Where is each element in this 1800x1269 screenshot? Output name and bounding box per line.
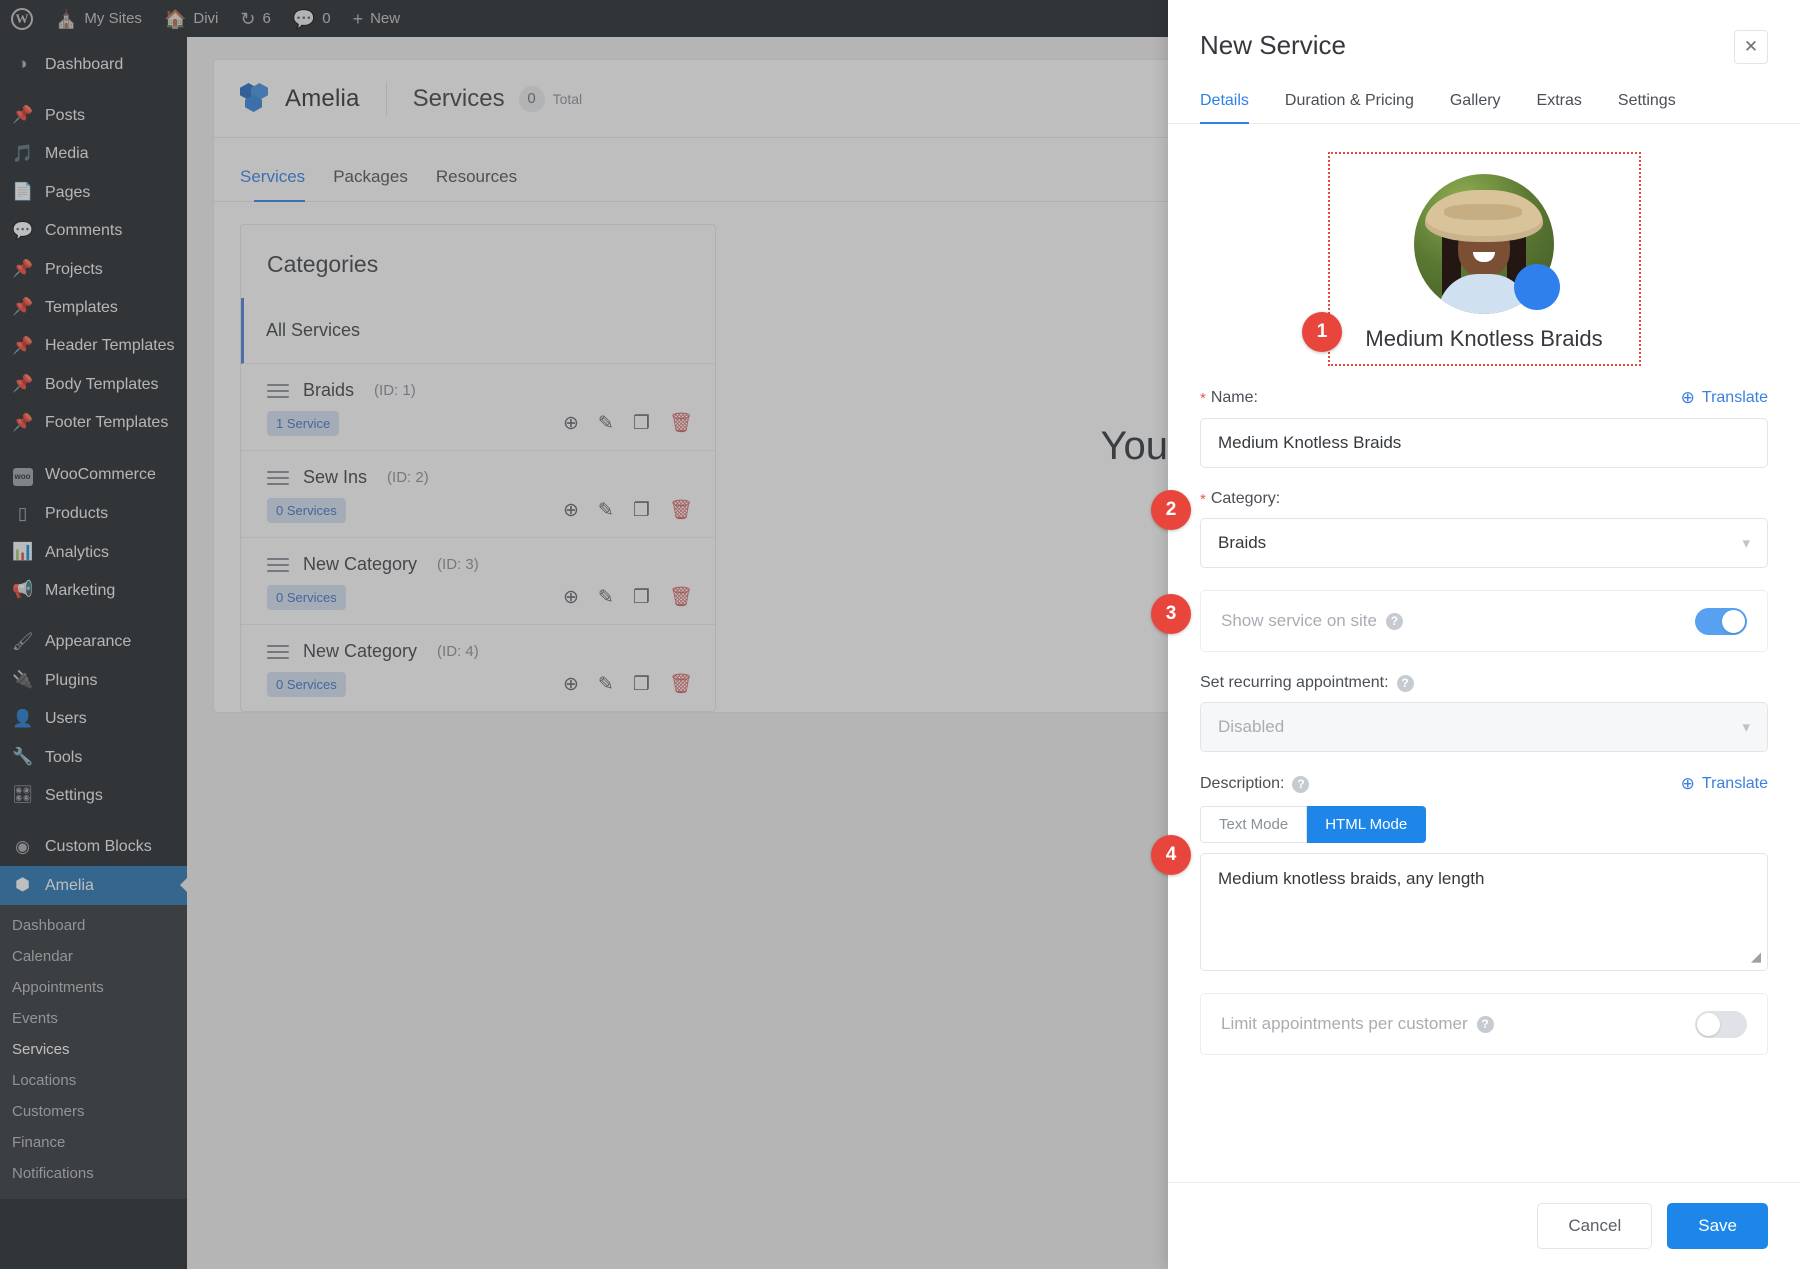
show-service-label: Show service on site <box>1221 611 1377 631</box>
required-marker: * <box>1200 390 1206 407</box>
translate-name-link[interactable]: ⊕ Translate <box>1681 388 1768 408</box>
new-service-panel: New Service ✕ Details Duration & Pricing… <box>1168 0 1800 1269</box>
html-mode-button[interactable]: HTML Mode <box>1307 806 1426 843</box>
show-service-label-wrap: Show service on site ? <box>1221 611 1403 631</box>
limit-label-wrap: Limit appointments per customer ? <box>1221 1014 1494 1034</box>
tab-extras[interactable]: Extras <box>1519 92 1600 123</box>
recurring-label: Set recurring appointment: <box>1200 674 1389 692</box>
description-mode-toggle[interactable]: Text Mode HTML Mode <box>1200 806 1768 843</box>
add-photo-icon[interactable] <box>1514 264 1560 310</box>
category-label: Category: <box>1211 490 1280 508</box>
step-badge-2: 2 <box>1151 490 1191 530</box>
limit-switch[interactable] <box>1695 1011 1747 1038</box>
save-button[interactable]: Save <box>1667 1203 1768 1249</box>
description-textarea-wrap: Medium knotless braids, any length ◢ <box>1200 853 1768 971</box>
help-icon[interactable]: ? <box>1292 776 1309 793</box>
service-image-block[interactable]: Medium Knotless Braids <box>1328 152 1641 366</box>
name-label: Name: <box>1211 389 1258 407</box>
help-icon[interactable]: ? <box>1477 1016 1494 1033</box>
tab-duration-pricing[interactable]: Duration & Pricing <box>1267 92 1432 123</box>
tab-details[interactable]: Details <box>1200 92 1267 123</box>
name-input[interactable]: Medium Knotless Braids <box>1200 418 1768 468</box>
globe-icon: ⊕ <box>1681 774 1695 794</box>
recurring-field-row: Set recurring appointment: ? <box>1200 674 1768 692</box>
chevron-down-icon: ▾ <box>1742 534 1750 552</box>
limit-appointments-row[interactable]: Limit appointments per customer ? <box>1200 993 1768 1055</box>
help-icon[interactable]: ? <box>1386 613 1403 630</box>
text-mode-button[interactable]: Text Mode <box>1200 806 1307 843</box>
panel-tabs[interactable]: Details Duration & Pricing Gallery Extra… <box>1168 92 1800 124</box>
description-label: Description: <box>1200 775 1284 793</box>
step-badge-3: 3 <box>1151 594 1191 634</box>
translate-description-link[interactable]: ⊕ Translate <box>1681 774 1768 794</box>
cancel-button[interactable]: Cancel <box>1537 1203 1652 1249</box>
limit-label: Limit appointments per customer <box>1221 1014 1468 1034</box>
category-select[interactable]: Braids ▾ <box>1200 518 1768 568</box>
category-selected-value: Braids <box>1218 533 1266 553</box>
description-textarea[interactable]: Medium knotless braids, any length <box>1200 853 1768 971</box>
recurring-select[interactable]: Disabled ▾ <box>1200 702 1768 752</box>
tab-gallery[interactable]: Gallery <box>1432 92 1519 123</box>
resize-handle-icon[interactable]: ◢ <box>1751 949 1761 965</box>
show-service-switch[interactable] <box>1695 608 1747 635</box>
step-badge-4: 4 <box>1151 835 1191 875</box>
description-field-row: Description: ? ⊕ Translate <box>1200 774 1768 794</box>
panel-footer: Cancel Save <box>1168 1182 1800 1269</box>
show-service-toggle-row[interactable]: Show service on site ? <box>1200 590 1768 652</box>
service-image-caption: Medium Knotless Braids <box>1330 326 1639 352</box>
globe-icon: ⊕ <box>1681 388 1695 408</box>
panel-header: New Service ✕ <box>1168 0 1800 64</box>
translate-label: Translate <box>1702 389 1768 407</box>
step-badge-1: 1 <box>1302 312 1342 352</box>
name-field-row: * Name: ⊕ Translate <box>1200 388 1768 408</box>
required-marker: * <box>1200 491 1206 508</box>
help-icon[interactable]: ? <box>1397 675 1414 692</box>
service-avatar[interactable] <box>1414 174 1554 314</box>
panel-title: New Service <box>1200 30 1346 61</box>
category-field-row: * Category: <box>1200 490 1768 508</box>
tab-settings[interactable]: Settings <box>1600 92 1694 123</box>
app-screen: W ⛪ My Sites 🏠 Divi ↻ 6 💬 0 + New Howdy,… <box>0 0 1800 1269</box>
chevron-down-icon: ▾ <box>1742 718 1750 736</box>
close-icon[interactable]: ✕ <box>1734 30 1768 64</box>
recurring-selected-value: Disabled <box>1218 717 1284 737</box>
translate-label: Translate <box>1702 775 1768 793</box>
panel-body: Medium Knotless Braids * Name: ⊕ Transla… <box>1168 124 1800 1182</box>
